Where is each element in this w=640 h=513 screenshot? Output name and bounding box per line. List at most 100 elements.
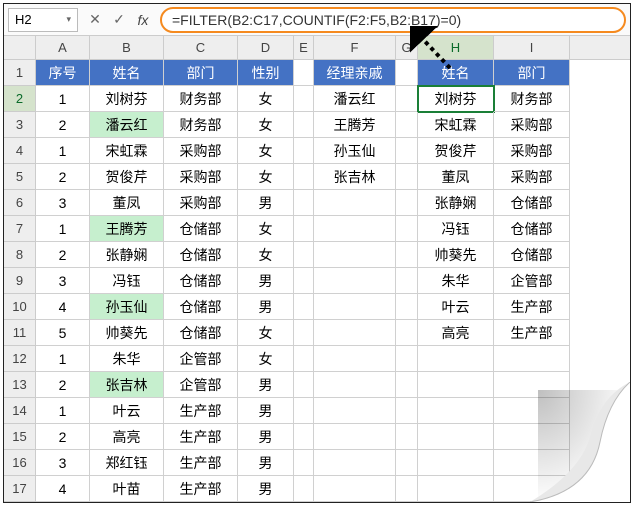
- cell[interactable]: 张吉林: [90, 372, 164, 398]
- cell[interactable]: 采购部: [494, 138, 570, 164]
- cell[interactable]: 贺俊芹: [418, 138, 494, 164]
- cell[interactable]: 财务部: [494, 86, 570, 112]
- cell[interactable]: [314, 346, 396, 372]
- cell[interactable]: [396, 86, 418, 112]
- cell[interactable]: [418, 372, 494, 398]
- cell[interactable]: [396, 450, 418, 476]
- cell[interactable]: 4: [36, 476, 90, 502]
- cell[interactable]: [314, 320, 396, 346]
- row-header[interactable]: 14: [4, 398, 36, 424]
- cell[interactable]: 女: [238, 216, 294, 242]
- cell[interactable]: [294, 112, 314, 138]
- formula-input[interactable]: =FILTER(B2:C17,COUNTIF(F2:F5,B2:B17)=0): [160, 7, 626, 33]
- cell[interactable]: 部门: [164, 60, 238, 86]
- cell[interactable]: [294, 86, 314, 112]
- cell[interactable]: [418, 346, 494, 372]
- cell[interactable]: [396, 164, 418, 190]
- cell[interactable]: [418, 450, 494, 476]
- cell[interactable]: 王腾芳: [314, 112, 396, 138]
- cell[interactable]: [294, 424, 314, 450]
- row-header[interactable]: 5: [4, 164, 36, 190]
- cell[interactable]: 经理亲戚: [314, 60, 396, 86]
- cell[interactable]: 采购部: [164, 164, 238, 190]
- col-header-A[interactable]: A: [36, 36, 90, 59]
- cell[interactable]: 2: [36, 424, 90, 450]
- cell[interactable]: [294, 138, 314, 164]
- cell[interactable]: 生产部: [164, 476, 238, 502]
- row-header[interactable]: 4: [4, 138, 36, 164]
- row-header[interactable]: 10: [4, 294, 36, 320]
- cell[interactable]: [314, 294, 396, 320]
- cell[interactable]: 贺俊芹: [90, 164, 164, 190]
- cell[interactable]: [396, 294, 418, 320]
- cell[interactable]: [314, 424, 396, 450]
- select-all-corner[interactable]: [4, 36, 36, 59]
- col-header-G[interactable]: G: [396, 36, 418, 59]
- cell[interactable]: 女: [238, 320, 294, 346]
- cell[interactable]: 财务部: [164, 112, 238, 138]
- cell[interactable]: [396, 346, 418, 372]
- cell[interactable]: 男: [238, 372, 294, 398]
- confirm-icon[interactable]: ✓: [112, 11, 126, 28]
- cell[interactable]: 1: [36, 86, 90, 112]
- cell[interactable]: 董凤: [90, 190, 164, 216]
- cell[interactable]: [294, 346, 314, 372]
- cell[interactable]: [294, 476, 314, 502]
- cell[interactable]: 采购部: [164, 138, 238, 164]
- cell[interactable]: 采购部: [494, 164, 570, 190]
- cell[interactable]: [396, 398, 418, 424]
- cell[interactable]: 叶苗: [90, 476, 164, 502]
- row-header[interactable]: 16: [4, 450, 36, 476]
- cell[interactable]: [314, 476, 396, 502]
- cell[interactable]: 叶云: [418, 294, 494, 320]
- cell[interactable]: 郑红钰: [90, 450, 164, 476]
- cell[interactable]: 1: [36, 138, 90, 164]
- cell[interactable]: 男: [238, 424, 294, 450]
- cell[interactable]: 王腾芳: [90, 216, 164, 242]
- cell[interactable]: 朱华: [90, 346, 164, 372]
- cell[interactable]: 张吉林: [314, 164, 396, 190]
- cell[interactable]: 男: [238, 190, 294, 216]
- row-header[interactable]: 6: [4, 190, 36, 216]
- cell[interactable]: 张静娴: [90, 242, 164, 268]
- cell[interactable]: [294, 398, 314, 424]
- cell[interactable]: 女: [238, 112, 294, 138]
- cell[interactable]: 刘树芬: [418, 86, 494, 112]
- cell[interactable]: 2: [36, 372, 90, 398]
- col-header-C[interactable]: C: [164, 36, 238, 59]
- cell[interactable]: 女: [238, 138, 294, 164]
- cell[interactable]: 生产部: [164, 398, 238, 424]
- cell[interactable]: [294, 242, 314, 268]
- cell[interactable]: [494, 346, 570, 372]
- cell[interactable]: 男: [238, 268, 294, 294]
- cell[interactable]: 女: [238, 86, 294, 112]
- cell[interactable]: 宋虹霖: [418, 112, 494, 138]
- cell[interactable]: 刘树芬: [90, 86, 164, 112]
- row-header[interactable]: 1: [4, 60, 36, 86]
- col-header-B[interactable]: B: [90, 36, 164, 59]
- row-header[interactable]: 7: [4, 216, 36, 242]
- cell[interactable]: [294, 372, 314, 398]
- cell[interactable]: [294, 216, 314, 242]
- cell[interactable]: 生产部: [164, 450, 238, 476]
- col-header-D[interactable]: D: [238, 36, 294, 59]
- cell[interactable]: 男: [238, 294, 294, 320]
- cell[interactable]: 采购部: [494, 112, 570, 138]
- cell[interactable]: [314, 450, 396, 476]
- cell[interactable]: 采购部: [164, 190, 238, 216]
- row-header[interactable]: 12: [4, 346, 36, 372]
- col-header-I[interactable]: I: [494, 36, 570, 59]
- row-header[interactable]: 15: [4, 424, 36, 450]
- cell[interactable]: 孙玉仙: [314, 138, 396, 164]
- cell[interactable]: 仓储部: [164, 216, 238, 242]
- grid-body[interactable]: 1序号姓名部门性别经理亲戚姓名部门21刘树芬财务部女潘云红刘树芬财务部32潘云红…: [4, 60, 630, 502]
- cell[interactable]: [396, 60, 418, 86]
- cell[interactable]: [396, 112, 418, 138]
- cell[interactable]: 潘云红: [314, 86, 396, 112]
- cell[interactable]: 朱华: [418, 268, 494, 294]
- cell[interactable]: [396, 268, 418, 294]
- cell[interactable]: 帅葵先: [90, 320, 164, 346]
- col-header-F[interactable]: F: [314, 36, 396, 59]
- cell[interactable]: 3: [36, 190, 90, 216]
- cell[interactable]: 序号: [36, 60, 90, 86]
